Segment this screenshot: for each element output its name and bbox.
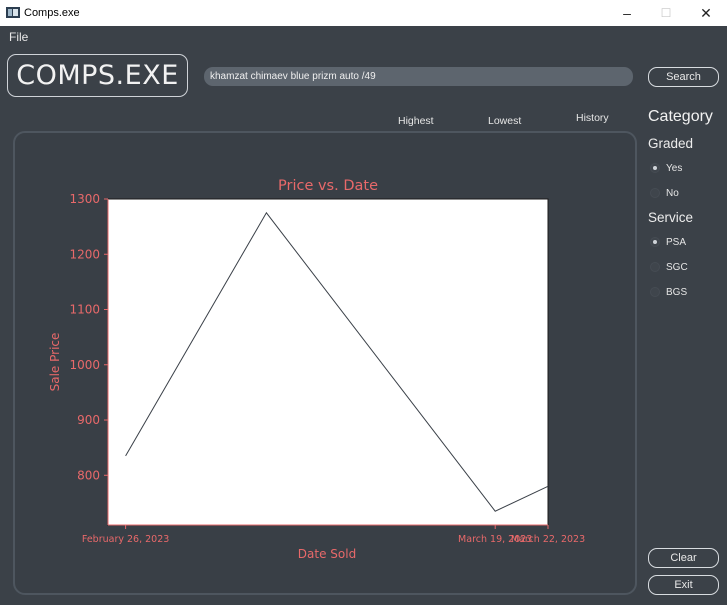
service-title: Service [648,210,694,225]
y-tick-label: 1000 [69,358,100,372]
radio-service-sgc[interactable]: SGC [650,260,688,274]
price-chart: Price vs. Date Date Sold Sale Price 800 9… [48,178,585,561]
graded-title: Graded [648,136,694,151]
x-tick-label: March 22, 2023 [511,534,585,545]
radio-indicator [650,163,660,173]
radio-indicator [650,262,660,272]
y-axis-label: Sale Price [48,333,62,392]
y-ticks: 800 900 1000 1100 1200 1300 [69,192,108,482]
exit-button[interactable]: Exit [648,575,719,595]
y-tick-label: 1200 [69,247,100,261]
radio-graded-yes[interactable]: Yes [650,161,682,175]
y-tick-label: 1300 [69,192,100,206]
radio-label: SGC [666,261,688,273]
x-axis-label: Date Sold [298,547,356,561]
y-tick-label: 800 [77,468,100,482]
y-tick-label: 1100 [69,303,100,317]
radio-service-bgs[interactable]: BGS [650,285,687,299]
radio-label: No [666,187,679,199]
radio-label: Yes [666,162,683,174]
radio-label: PSA [666,236,687,248]
category-title: Category [648,108,713,125]
chart-title: Price vs. Date [278,178,378,194]
radio-label: BGS [666,286,688,298]
x-tick-label: February 26, 2023 [82,534,169,545]
plot-area [107,198,549,526]
radio-indicator [650,188,660,198]
radio-indicator [650,287,660,297]
radio-graded-no[interactable]: No [650,186,679,200]
radio-service-psa[interactable]: PSA [650,235,686,249]
radio-indicator [650,237,660,247]
clear-button[interactable]: Clear [648,548,719,568]
y-tick-label: 900 [77,413,100,427]
x-ticks: February 26, 2023 March 19, 2023March 22,… [82,525,585,545]
